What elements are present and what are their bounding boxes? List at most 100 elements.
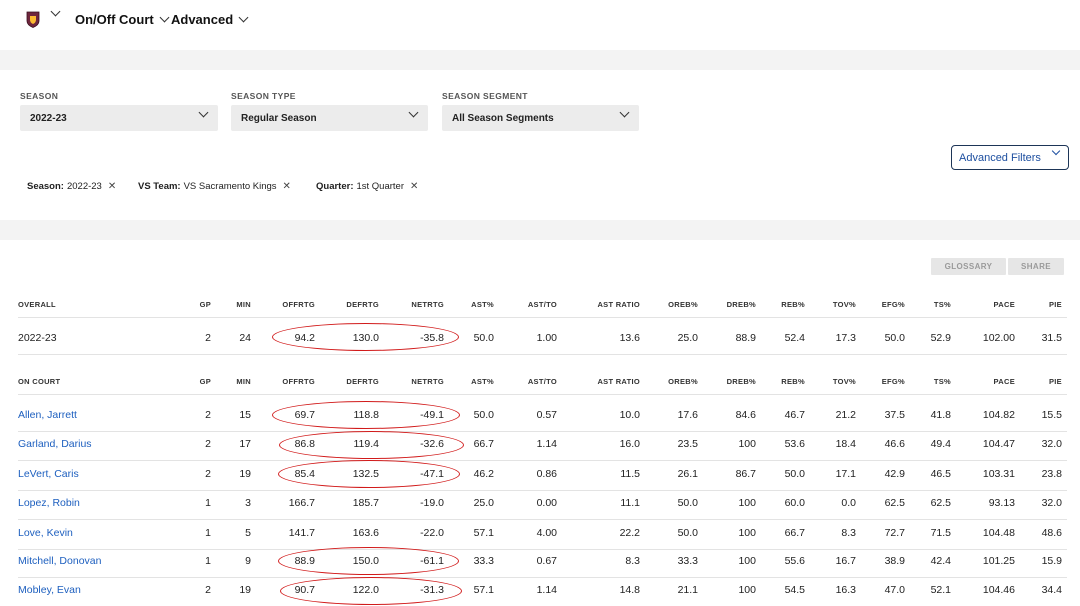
cell-ast-ratio: 22.2 bbox=[619, 527, 640, 539]
view-dropdown[interactable]: On/Off Court bbox=[75, 12, 170, 27]
chevron-down-icon bbox=[50, 6, 61, 17]
row-divider bbox=[18, 490, 1067, 491]
cell-dreb: 100 bbox=[738, 438, 756, 450]
cell-dreb: 86.7 bbox=[735, 468, 756, 480]
cell-defrtg: 163.6 bbox=[352, 527, 379, 539]
cell-pace: 102.00 bbox=[982, 332, 1015, 344]
section-divider bbox=[0, 220, 1080, 240]
player-name-link[interactable]: LeVert, Caris bbox=[18, 468, 79, 480]
player-name-link[interactable]: Love, Kevin bbox=[18, 527, 73, 539]
cell-reb: 60.0 bbox=[784, 497, 805, 509]
column-header-ast-ratio[interactable]: AST RATIO bbox=[597, 300, 640, 309]
column-header-ts[interactable]: TS% bbox=[934, 300, 951, 309]
top-nav: On/Off Court Advanced bbox=[0, 0, 1080, 40]
close-icon[interactable]: ✕ bbox=[283, 181, 291, 192]
measure-dropdown[interactable]: Advanced bbox=[171, 12, 249, 27]
chevron-down-icon bbox=[1051, 146, 1061, 156]
column-header-gp[interactable]: GP bbox=[200, 377, 211, 386]
season-label: SEASON bbox=[20, 91, 59, 101]
column-header-pie[interactable]: PIE bbox=[1049, 377, 1062, 386]
player-name-link[interactable]: Mitchell, Donovan bbox=[18, 555, 101, 567]
cell-pie: 23.8 bbox=[1041, 468, 1062, 480]
cell-min: 19 bbox=[239, 584, 251, 596]
player-name-link[interactable]: Mobley, Evan bbox=[18, 584, 81, 596]
cell-ast-ratio: 14.8 bbox=[619, 584, 640, 596]
player-name-link[interactable]: Garland, Darius bbox=[18, 438, 92, 450]
column-header-efg[interactable]: EFG% bbox=[882, 300, 905, 309]
cell-min: 19 bbox=[239, 468, 251, 480]
cell-ast-ratio: 16.0 bbox=[619, 438, 640, 450]
column-header-defrtg[interactable]: DEFRTG bbox=[346, 377, 379, 386]
column-header-pie[interactable]: PIE bbox=[1049, 300, 1062, 309]
column-header-defrtg[interactable]: DEFRTG bbox=[346, 300, 379, 309]
cell-ast: 50.0 bbox=[473, 409, 494, 421]
player-name-link[interactable]: Lopez, Robin bbox=[18, 497, 80, 509]
column-header-min[interactable]: MIN bbox=[236, 300, 251, 309]
column-header-dreb[interactable]: DREB% bbox=[727, 377, 756, 386]
close-icon[interactable]: ✕ bbox=[108, 181, 116, 192]
cell-pie: 48.6 bbox=[1041, 527, 1062, 539]
close-icon[interactable]: ✕ bbox=[410, 181, 418, 192]
column-header-ast-to[interactable]: AST/TO bbox=[528, 377, 557, 386]
season-value: 2022-23 bbox=[30, 112, 67, 124]
cell-min: 15 bbox=[239, 409, 251, 421]
row-divider bbox=[18, 460, 1067, 461]
cell-ts: 46.5 bbox=[930, 468, 951, 480]
cell-ast-to: 0.86 bbox=[536, 468, 557, 480]
column-header-reb[interactable]: REB% bbox=[781, 300, 805, 309]
cell-ts: 71.5 bbox=[930, 527, 951, 539]
column-header-netrtg[interactable]: NETRTG bbox=[411, 300, 444, 309]
column-header-reb[interactable]: REB% bbox=[781, 377, 805, 386]
column-header-ast[interactable]: AST% bbox=[471, 300, 494, 309]
column-header-offrtg[interactable]: OFFRTG bbox=[282, 300, 315, 309]
column-header-ast-ratio[interactable]: AST RATIO bbox=[597, 377, 640, 386]
column-header-netrtg[interactable]: NETRTG bbox=[411, 377, 444, 386]
cell-oreb: 50.0 bbox=[677, 497, 698, 509]
column-header-ast-to[interactable]: AST/TO bbox=[528, 300, 557, 309]
chevron-down-icon bbox=[198, 107, 209, 118]
cell-gp: 1 bbox=[205, 555, 211, 567]
season-cell: 2022-23 bbox=[18, 332, 57, 344]
cell-oreb: 23.5 bbox=[677, 438, 698, 450]
player-name-link[interactable]: Allen, Jarrett bbox=[18, 409, 77, 421]
season-type-select[interactable]: Regular Season bbox=[231, 105, 428, 131]
team-dropdown[interactable] bbox=[50, 6, 61, 17]
column-header-tov[interactable]: TOV% bbox=[833, 377, 856, 386]
cell-pace: 103.31 bbox=[982, 468, 1015, 480]
cell-offrtg: 94.2 bbox=[294, 332, 315, 344]
column-header-efg[interactable]: EFG% bbox=[882, 377, 905, 386]
cell-min: 17 bbox=[239, 438, 251, 450]
column-header-ast[interactable]: AST% bbox=[471, 377, 494, 386]
column-header-min[interactable]: MIN bbox=[236, 377, 251, 386]
cell-ast-ratio: 11.1 bbox=[620, 497, 640, 509]
cell-offrtg: 88.9 bbox=[294, 555, 315, 567]
column-header-pace[interactable]: PACE bbox=[994, 377, 1015, 386]
share-button[interactable]: SHARE bbox=[1008, 258, 1064, 275]
season-select[interactable]: 2022-23 bbox=[20, 105, 218, 131]
view-dropdown-label: On/Off Court bbox=[75, 12, 154, 27]
cell-gp: 1 bbox=[205, 497, 211, 509]
chip-value: VS Sacramento Kings bbox=[183, 181, 277, 192]
column-header-gp[interactable]: GP bbox=[200, 300, 211, 309]
column-header-oreb[interactable]: OREB% bbox=[668, 300, 698, 309]
column-header-oreb[interactable]: OREB% bbox=[668, 377, 698, 386]
cell-tov: 16.7 bbox=[835, 555, 856, 567]
cell-ast: 57.1 bbox=[473, 584, 494, 596]
cell-dreb: 100 bbox=[738, 527, 756, 539]
cell-reb: 55.6 bbox=[784, 555, 805, 567]
row-divider bbox=[18, 394, 1067, 395]
team-logo-icon[interactable] bbox=[26, 11, 40, 28]
column-header-offrtg[interactable]: OFFRTG bbox=[282, 377, 315, 386]
season-segment-select[interactable]: All Season Segments bbox=[442, 105, 639, 131]
section-header: ON COURT bbox=[18, 377, 61, 386]
glossary-button[interactable]: GLOSSARY bbox=[931, 258, 1006, 275]
row-divider bbox=[18, 354, 1067, 355]
cell-oreb: 25.0 bbox=[677, 332, 698, 344]
column-header-pace[interactable]: PACE bbox=[994, 300, 1015, 309]
cell-dreb: 100 bbox=[738, 584, 756, 596]
cell-pace: 104.48 bbox=[982, 527, 1015, 539]
column-header-dreb[interactable]: DREB% bbox=[727, 300, 756, 309]
advanced-filters-button[interactable]: Advanced Filters bbox=[951, 145, 1069, 170]
column-header-tov[interactable]: TOV% bbox=[833, 300, 856, 309]
column-header-ts[interactable]: TS% bbox=[934, 377, 951, 386]
